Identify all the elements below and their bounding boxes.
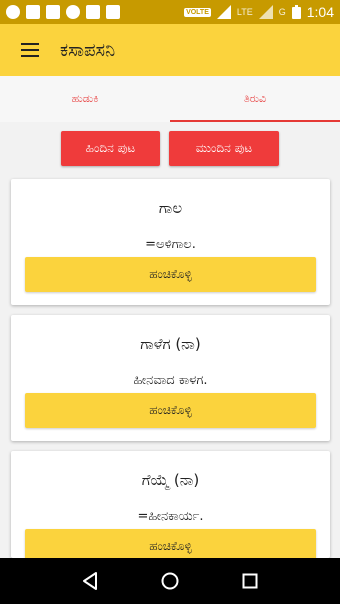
whatsapp-icon bbox=[66, 5, 80, 19]
signal-icon bbox=[216, 5, 231, 19]
pager: ಹಿಂದಿನ ಪುಟ ಮುಂದಿನ ಪುಟ bbox=[0, 131, 340, 166]
signal-icon-2 bbox=[258, 5, 273, 19]
home-circle-icon bbox=[161, 572, 179, 590]
battery-icon bbox=[291, 5, 301, 19]
recents-button[interactable] bbox=[230, 561, 270, 601]
back-button[interactable] bbox=[70, 561, 110, 601]
info-app-icon bbox=[6, 5, 20, 19]
hamburger-menu-icon bbox=[21, 43, 39, 57]
share-button[interactable]: ಹಂಚಿಕೊಳ್ಳಿ bbox=[25, 529, 316, 558]
network-type-label: LTE bbox=[236, 7, 253, 17]
app-bar: ಕಸಾಪಸನಿ bbox=[0, 24, 340, 76]
status-bar: VOLTE LTE G 1:04 bbox=[0, 0, 340, 24]
entry-word: ಗೆಯ್ಮೆ (ನಾ) bbox=[141, 471, 200, 489]
entry-word: ಗಾಳೆಗ (ನಾ) bbox=[140, 335, 201, 353]
recents-square-icon bbox=[242, 573, 258, 589]
home-button[interactable] bbox=[150, 561, 190, 601]
android-icon bbox=[106, 5, 120, 19]
entry-meaning: =ಹೀನಕಾರ್ಯ. bbox=[137, 509, 204, 524]
clock: 1:04 bbox=[306, 4, 334, 20]
notification-icons bbox=[6, 5, 120, 19]
entry-card: ಗೆಯ್ಮೆ (ನಾ) =ಹೀನಕಾರ್ಯ. ಹಂಚಿಕೊಳ್ಳಿ bbox=[11, 451, 330, 558]
image-icon bbox=[46, 5, 60, 19]
roaming-label: G bbox=[278, 7, 286, 17]
next-page-button[interactable]: ಮುಂದಿನ ಪುಟ bbox=[169, 131, 279, 166]
entry-card: ಗಾಲ =ಅಳಿಗಾಲ. ಹಂಚಿಕೊಳ್ಳಿ bbox=[11, 179, 330, 305]
tab-search[interactable]: ಹುಡುಕಿ bbox=[0, 76, 170, 122]
system-icons: VOLTE LTE G 1:04 bbox=[184, 4, 334, 20]
previous-page-button[interactable]: ಹಿಂದಿನ ಪುಟ bbox=[61, 131, 160, 166]
share-button[interactable]: ಹಂಚಿಕೊಳ್ಳಿ bbox=[25, 257, 316, 292]
entry-meaning: =ಅಳಿಗಾಲ. bbox=[145, 237, 196, 252]
back-triangle-icon bbox=[83, 572, 97, 590]
entry-meaning: ಹೀನವಾದ ಕಾಳಗ. bbox=[133, 373, 208, 388]
ghost-app-icon bbox=[86, 5, 100, 19]
tab-browse[interactable]: ತಿರುವಿ bbox=[170, 76, 340, 122]
volte-badge: VOLTE bbox=[184, 7, 211, 17]
mail-icon bbox=[26, 5, 40, 19]
system-navigation-bar bbox=[0, 558, 340, 604]
entry-word: ಗಾಲ bbox=[158, 199, 183, 217]
share-button[interactable]: ಹಂಚಿಕೊಳ್ಳಿ bbox=[25, 393, 316, 428]
app-title: ಕಸಾಪಸನಿ bbox=[60, 39, 116, 61]
entry-card: ಗಾಳೆಗ (ನಾ) ಹೀನವಾದ ಕಾಳಗ. ಹಂಚಿಕೊಳ್ಳಿ bbox=[11, 315, 330, 441]
menu-button[interactable] bbox=[0, 24, 60, 76]
tab-bar: ಹುಡುಕಿ ತಿರುವಿ bbox=[0, 76, 340, 122]
